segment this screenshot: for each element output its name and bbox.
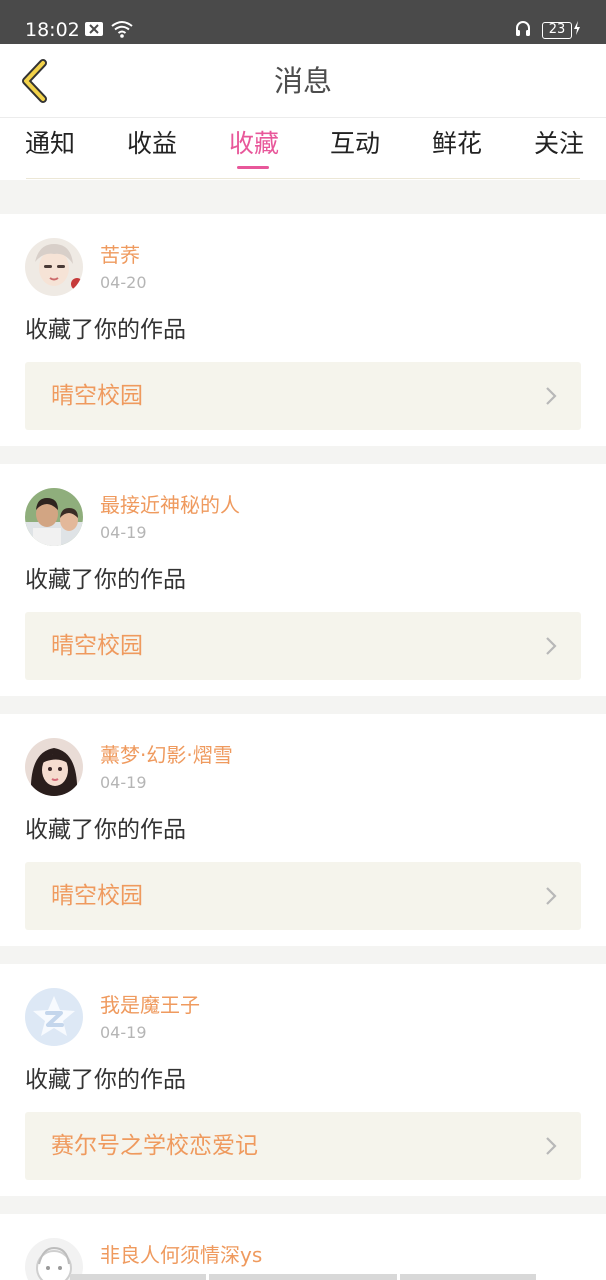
wifi-icon — [110, 20, 134, 42]
notification-x-icon — [84, 21, 104, 41]
tab-flowers[interactable]: 鲜花 — [432, 128, 482, 160]
work-title: 晴空校园 — [51, 633, 143, 659]
username[interactable]: 最接近神秘的人 — [100, 492, 240, 518]
message-card: 最接近神秘的人 04-19 收藏了你的作品 晴空校园 — [0, 464, 606, 696]
divider — [26, 178, 580, 179]
work-link[interactable]: 晴空校园 — [25, 612, 581, 680]
work-link[interactable]: 晴空校园 — [25, 362, 581, 430]
headset-icon — [514, 19, 532, 41]
active-tab-indicator — [237, 166, 269, 169]
chevron-right-icon — [546, 1137, 557, 1155]
message-date: 04-19 — [100, 773, 147, 792]
chevron-right-icon — [546, 887, 557, 905]
tab-following[interactable]: 关注 — [534, 128, 584, 160]
message-date: 04-19 — [100, 523, 147, 542]
avatar[interactable] — [25, 238, 83, 296]
action-text: 收藏了你的作品 — [25, 817, 186, 843]
action-text: 收藏了你的作品 — [25, 567, 186, 593]
work-link[interactable]: 晴空校园 — [25, 862, 581, 930]
username[interactable]: 薰梦·幻影·熠雪 — [100, 742, 233, 768]
avatar[interactable] — [25, 988, 83, 1046]
avatar[interactable] — [25, 738, 83, 796]
message-date: 04-20 — [100, 273, 147, 292]
app-header: 消息 — [0, 44, 606, 118]
status-bar: 18:02 23 — [0, 0, 606, 44]
status-time: 18:02 — [25, 19, 80, 41]
scroll-fade — [70, 1274, 206, 1280]
username[interactable]: 苦荞 — [100, 242, 140, 268]
work-title: 晴空校园 — [51, 883, 143, 909]
work-title: 赛尔号之学校恋爱记 — [51, 1133, 258, 1159]
scroll-fade — [400, 1274, 536, 1280]
message-date: 04-19 — [100, 1023, 147, 1042]
username[interactable]: 我是魔王子 — [100, 992, 200, 1018]
chevron-right-icon — [546, 637, 557, 655]
scroll-fade — [209, 1274, 397, 1280]
chevron-right-icon — [546, 387, 557, 405]
message-card: 薰梦·幻影·熠雪 04-19 收藏了你的作品 晴空校园 — [0, 714, 606, 946]
tab-bar: 通知 收益 收藏 互动 鲜花 关注 — [0, 118, 606, 180]
tab-interactions[interactable]: 互动 — [330, 128, 380, 160]
username[interactable]: 非良人何须情深ys — [100, 1242, 262, 1268]
chevron-left-icon — [22, 59, 47, 103]
avatar[interactable] — [25, 488, 83, 546]
charging-icon — [572, 20, 582, 40]
page-title: 消息 — [273, 64, 332, 98]
message-card: 我是魔王子 04-19 收藏了你的作品 赛尔号之学校恋爱记 — [0, 964, 606, 1196]
battery-level: 23 — [542, 21, 572, 39]
tab-earnings[interactable]: 收益 — [127, 128, 177, 160]
message-card: 非良人何须情深ys — [0, 1214, 606, 1280]
action-text: 收藏了你的作品 — [25, 1067, 186, 1093]
work-link[interactable]: 赛尔号之学校恋爱记 — [25, 1112, 581, 1180]
action-text: 收藏了你的作品 — [25, 317, 186, 343]
back-button[interactable] — [12, 56, 56, 106]
battery-icon: 23 — [542, 20, 582, 40]
message-card: 苦荞 04-20 收藏了你的作品 晴空校园 — [0, 214, 606, 446]
tab-notifications[interactable]: 通知 — [25, 128, 75, 160]
tab-favorites[interactable]: 收藏 — [229, 128, 279, 160]
work-title: 晴空校园 — [51, 383, 143, 409]
